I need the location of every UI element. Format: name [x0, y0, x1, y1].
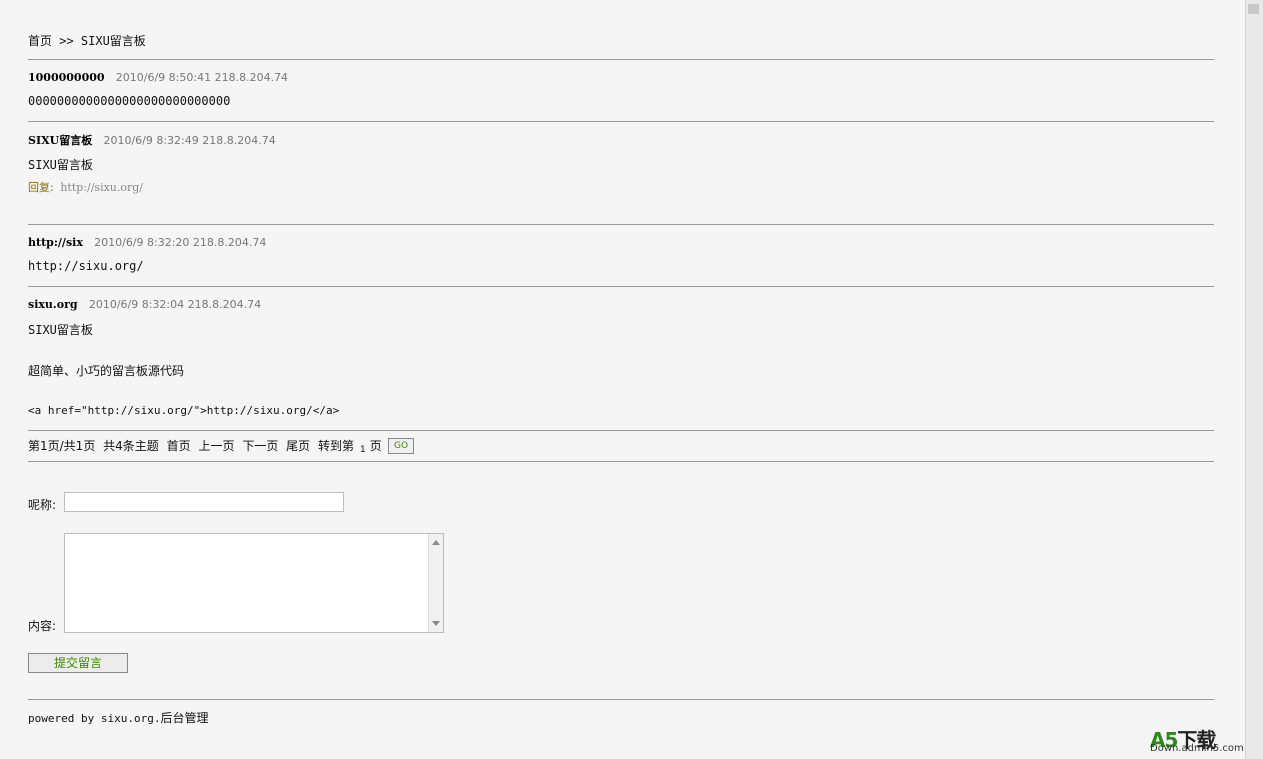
powered-by-text: powered by sixu.org.: [28, 712, 161, 725]
name-label: 呢称:: [28, 498, 57, 512]
entry-author: SIXU留言板: [28, 134, 93, 147]
topic-count: 共4条主题: [103, 439, 159, 453]
entry-header: sixu.org 2010/6/9 8:32:04 218.8.204.74: [28, 297, 261, 311]
divider: [28, 430, 1214, 431]
scroll-down-icon[interactable]: [432, 621, 440, 626]
prev-page-link[interactable]: 上一页: [198, 439, 234, 453]
entry-body: 0000000000000000000000000000: [28, 94, 231, 108]
scroll-up-icon[interactable]: [432, 540, 440, 545]
entry-body: http://sixu.org/: [28, 259, 144, 273]
entry-author: 1000000000: [28, 71, 105, 84]
name-input[interactable]: [64, 492, 344, 512]
divider: [28, 461, 1214, 462]
reply-text: http://sixu.org/: [60, 181, 144, 194]
textarea-scrollbar[interactable]: [428, 534, 443, 632]
admin-link[interactable]: 后台管理: [160, 711, 208, 725]
entry-header: 1000000000 2010/6/9 8:50:41 218.8.204.74: [28, 70, 288, 84]
entry-reply: 回复: http://sixu.org/: [28, 179, 143, 195]
entry-body-line: <a href="http://sixu.org/">http://sixu.o…: [28, 404, 340, 417]
entry-body: SIXU留言板: [28, 158, 93, 172]
entry-body-line: SIXU留言板: [28, 323, 93, 337]
footer: powered by sixu.org.后台管理: [28, 709, 208, 726]
goto-label: 转到第: [318, 439, 355, 453]
scrollbar-thumb[interactable]: [1248, 4, 1259, 14]
reply-label: 回复:: [28, 181, 54, 194]
first-page-link[interactable]: 首页: [167, 439, 191, 453]
entry-author: sixu.org: [28, 298, 78, 311]
content-textarea[interactable]: [64, 533, 444, 633]
entry-body-line: 超简单、小巧的留言板源代码: [28, 364, 185, 378]
window-scrollbar[interactable]: [1245, 0, 1263, 759]
divider: [28, 59, 1214, 60]
entry-meta: 2010/6/9 8:32:20 218.8.204.74: [94, 236, 267, 249]
page-number-input[interactable]: 1: [360, 445, 366, 455]
watermark-logo: A5下载 Down.admin5.com: [1150, 724, 1258, 758]
entry-meta: 2010/6/9 8:32:04 218.8.204.74: [88, 298, 262, 311]
entry-header: SIXU留言板 2010/6/9 8:32:49 218.8.204.74: [28, 132, 276, 148]
entry-meta: 2010/6/9 8:50:41 218.8.204.74: [115, 71, 289, 84]
divider: [28, 699, 1214, 700]
content-label: 内容:: [28, 619, 57, 633]
submit-button[interactable]: 提交留言: [28, 653, 128, 673]
entry-header: http://six 2010/6/9 8:32:20 218.8.204.74: [28, 235, 266, 249]
entry-author: http://six: [28, 236, 83, 249]
watermark-site: Down.admin5.com: [1150, 743, 1244, 754]
divider: [28, 286, 1214, 287]
divider: [28, 224, 1214, 225]
page-status: 第1页/共1页: [28, 439, 96, 453]
next-page-link[interactable]: 下一页: [242, 439, 278, 453]
go-button[interactable]: GO: [388, 438, 414, 454]
divider: [28, 121, 1214, 122]
last-page-link[interactable]: 尾页: [286, 439, 310, 453]
pagination: 第1页/共1页 共4条主题 首页 上一页 下一页 尾页 转到第 1 页 GO: [28, 437, 414, 455]
entry-meta: 2010/6/9 8:32:49 218.8.204.74: [103, 134, 276, 147]
goto-suffix: 页: [369, 439, 382, 453]
breadcrumb: 首页 >> SIXU留言板: [28, 34, 146, 48]
